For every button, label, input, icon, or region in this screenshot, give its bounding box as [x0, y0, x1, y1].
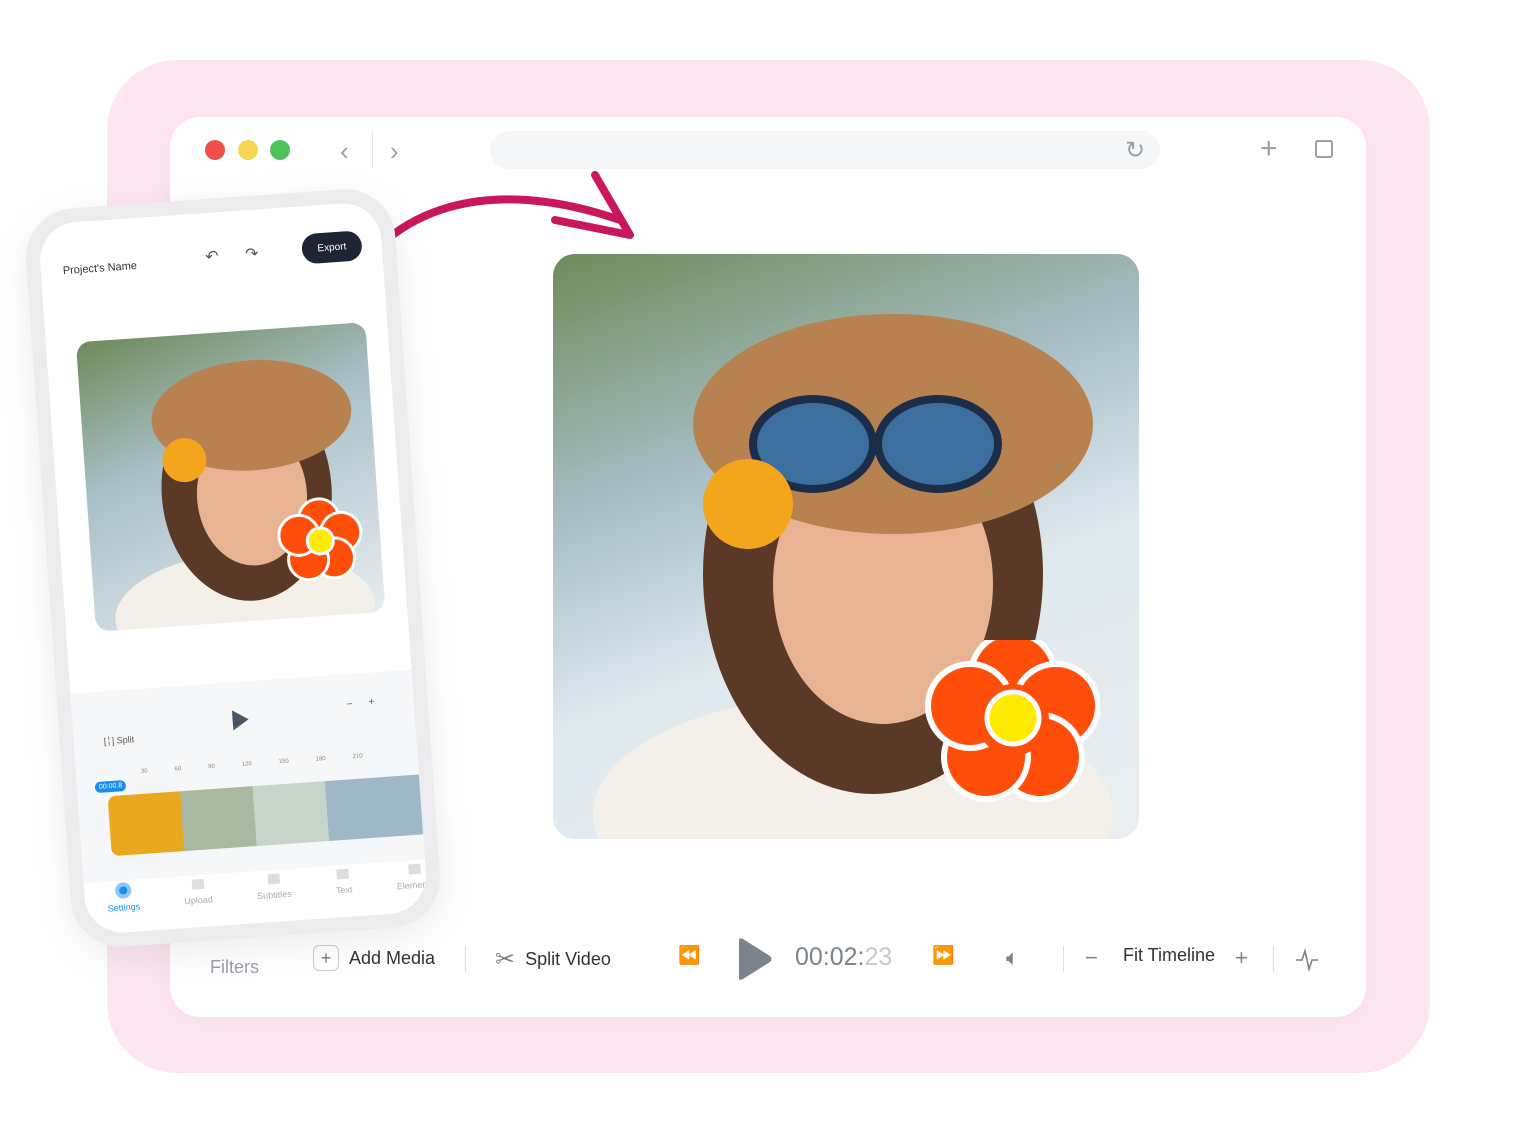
woman-photo-illustration [115, 360, 375, 632]
divider [1273, 946, 1274, 972]
text-icon [336, 868, 350, 880]
timecode-main: 00:02: [795, 943, 865, 971]
tick-label: 90 [208, 763, 216, 771]
zoom-in-button[interactable]: + [368, 696, 375, 707]
split-label: Split [116, 734, 135, 746]
volume-icon[interactable]: 🔈︎ [1006, 945, 1019, 971]
nav-label: Subtitles [256, 888, 292, 902]
nav-label: Elements [396, 878, 429, 892]
split-video-button[interactable]: ✂ Split Video [495, 945, 611, 974]
nav-elements[interactable]: Elements [395, 863, 429, 892]
tick-label: 210 [352, 753, 363, 761]
nav-upload[interactable]: Upload [183, 878, 213, 906]
rewind-icon[interactable]: ⏪ [678, 945, 700, 966]
timeline-ruler: 30 60 90 120 150 180 210 [141, 753, 363, 774]
filters-button[interactable]: Filters [210, 957, 259, 978]
play-icon[interactable] [737, 937, 773, 981]
fast-forward-icon[interactable]: ⏩ [932, 945, 954, 966]
zoom-in-button[interactable]: + [1235, 945, 1248, 971]
scissors-icon: ✂ [495, 946, 516, 973]
address-bar[interactable] [490, 131, 1160, 169]
tick-label: 60 [174, 766, 182, 773]
elements-icon [408, 863, 421, 875]
split-button[interactable]: [╎] Split [103, 734, 134, 747]
minimize-window-button[interactable] [238, 140, 258, 160]
subtitles-icon [266, 873, 280, 885]
add-media-button[interactable]: + Add Media [313, 945, 435, 971]
split-icon: [╎] [103, 735, 115, 747]
add-media-label: Add Media [349, 947, 436, 968]
copy-icon[interactable] [1315, 140, 1333, 158]
tick-label: 30 [140, 768, 148, 775]
project-name: Project's Name [62, 259, 138, 278]
nav-settings[interactable]: Settings [106, 881, 141, 914]
chevron-right-icon[interactable]: › [390, 136, 399, 167]
tick-label: 120 [241, 761, 253, 768]
divider [372, 132, 373, 168]
tick-label: 150 [278, 758, 289, 766]
chevron-left-icon[interactable]: ‹ [340, 136, 349, 167]
plus-icon[interactable]: + [1260, 132, 1278, 166]
nav-text[interactable]: Text [335, 868, 353, 896]
nav-label: Settings [107, 901, 141, 914]
maximize-window-button[interactable] [270, 140, 290, 160]
play-icon[interactable] [231, 709, 250, 731]
nav-label: Upload [184, 894, 214, 907]
divider [465, 946, 466, 972]
waveform-icon[interactable] [1295, 948, 1319, 972]
plus-icon: + [313, 945, 339, 971]
playhead-time[interactable]: 00:00.8 [94, 779, 127, 794]
nav-label: Text [335, 884, 353, 896]
timecode-frames: 23 [864, 943, 893, 971]
timecode: 00:02: 23 [795, 943, 892, 972]
flower-sticker-icon [925, 640, 1100, 802]
redo-icon[interactable]: ↷ [244, 243, 260, 264]
export-button[interactable]: Export [300, 230, 363, 265]
fit-timeline-button[interactable]: Fit Timeline [1123, 945, 1215, 966]
close-window-button[interactable] [205, 140, 225, 160]
divider [1063, 946, 1064, 972]
reload-icon[interactable]: ↻ [1125, 136, 1145, 165]
zoom-out-button[interactable]: − [1085, 945, 1098, 971]
phone-video-preview[interactable] [75, 322, 386, 632]
split-video-label: Split Video [525, 949, 611, 969]
undo-icon[interactable]: ↶ [205, 246, 220, 267]
tick-label: 180 [315, 756, 326, 763]
zoom-out-button[interactable]: − [346, 699, 353, 710]
phone-screen: Project's Name ↶ ↷ Export [╎] Split − + … [37, 200, 429, 936]
nav-subtitles[interactable]: Subtitles [256, 873, 292, 901]
settings-icon [114, 881, 132, 900]
phone-mockup: Project's Name ↶ ↷ Export [╎] Split − + … [22, 185, 444, 951]
image-icon [191, 878, 204, 890]
